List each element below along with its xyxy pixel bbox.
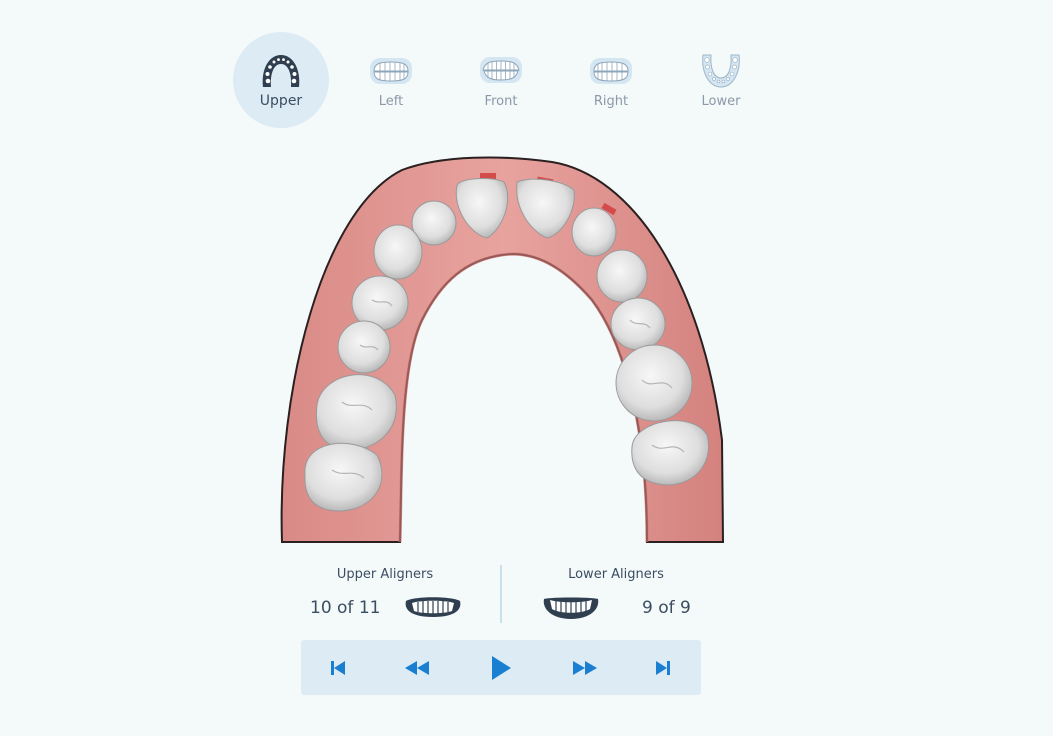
upper-aligner-icon	[405, 597, 461, 617]
left-teeth-icon	[370, 57, 412, 84]
upper-aligners: Upper Aligners 10 of 11	[270, 563, 500, 625]
tab-label: Lower	[701, 93, 741, 109]
rewind-icon	[405, 661, 429, 675]
tab-label: Upper	[259, 93, 303, 109]
upper-arch-icon	[262, 55, 300, 87]
tab-right[interactable]: Right	[563, 32, 659, 128]
aligner-divider	[500, 565, 502, 623]
lower-aligners: Lower Aligners 9 of 9	[502, 563, 730, 625]
tab-lower[interactable]: Lower	[673, 32, 769, 128]
playback-controls	[301, 640, 701, 695]
skip-to-end-icon	[656, 661, 670, 675]
front-teeth-icon	[480, 56, 522, 83]
skip-to-start-button[interactable]	[322, 652, 354, 684]
tab-front[interactable]: Front	[453, 32, 549, 128]
tab-label: Right	[593, 93, 629, 109]
play-icon	[492, 656, 511, 680]
play-button[interactable]	[485, 652, 517, 684]
tab-left[interactable]: Left	[343, 32, 439, 128]
view-selector: Upper Left Front Right Lower	[233, 32, 773, 128]
dental-model-viewport[interactable]	[252, 140, 752, 555]
lower-aligners-count: 9 of 9	[642, 598, 691, 618]
upper-aligners-count: 10 of 11	[310, 598, 381, 618]
lower-arch-icon	[702, 54, 740, 88]
right-teeth-icon	[590, 57, 632, 84]
tab-label: Front	[484, 93, 518, 109]
tab-upper[interactable]: Upper	[233, 32, 329, 128]
upper-arch-model	[280, 156, 725, 543]
fast-forward-button[interactable]	[569, 652, 601, 684]
tab-label: Left	[378, 93, 404, 109]
lower-aligner-icon	[543, 597, 599, 619]
skip-to-end-button[interactable]	[647, 652, 679, 684]
skip-to-start-icon	[331, 661, 345, 675]
fast-forward-icon	[573, 661, 597, 675]
lower-aligners-title: Lower Aligners	[568, 567, 664, 582]
rewind-button[interactable]	[401, 652, 433, 684]
upper-aligners-title: Upper Aligners	[336, 567, 434, 582]
